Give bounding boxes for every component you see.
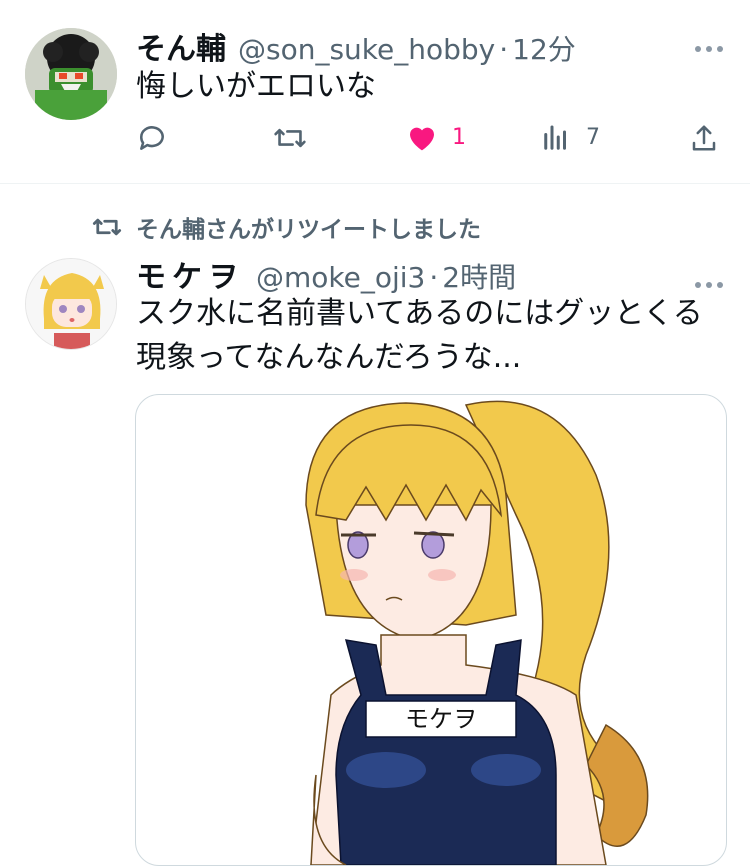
retweet-context[interactable]: そん輔さんがリツイートしました <box>92 210 481 244</box>
retweet-button[interactable] <box>273 122 321 154</box>
retweet-icon <box>274 128 306 148</box>
tweet-actions: 1 7 <box>136 122 726 162</box>
analytics-icon <box>544 125 566 150</box>
tweet-1[interactable]: そん輔 @son_suke_hobby · 12分 悔しいがエロいな 1 7 <box>0 0 750 183</box>
user-avatar-mokewo[interactable] <box>25 258 117 350</box>
display-name[interactable]: モケヲ <box>136 252 244 296</box>
tweet-timestamp[interactable]: 12分 <box>512 28 576 68</box>
user-avatar-sonsuke[interactable] <box>25 28 117 120</box>
tweet-text: スク水に名前書いてあるのにはグッとくる 現象ってなんなんだろうな... <box>136 292 703 380</box>
like-count: 1 <box>452 124 466 150</box>
swimsuit-name-tag: モケヲ <box>405 705 477 733</box>
user-handle[interactable]: @moke_oji3 <box>256 261 425 294</box>
retweet-icon <box>92 218 122 236</box>
tweet-text: 悔しいがエロいな <box>136 69 376 104</box>
user-handle[interactable]: @son_suke_hobby <box>238 33 495 66</box>
separator-dot: · <box>499 33 509 66</box>
share-button[interactable] <box>689 122 719 154</box>
tweet-text-line-1: スク水に名前書いてあるのにはグッとくる <box>136 296 703 331</box>
reply-button[interactable] <box>136 122 182 154</box>
more-options-icon[interactable] <box>694 30 724 60</box>
like-button[interactable]: 1 <box>406 122 466 152</box>
share-icon <box>692 125 716 151</box>
reply-icon <box>140 126 164 150</box>
tweet-timestamp[interactable]: 2時間 <box>442 256 516 296</box>
display-name[interactable]: そん輔 <box>136 24 226 68</box>
tweet-divider <box>0 183 750 184</box>
retweet-context-label: そん輔さんがリツイートしました <box>136 217 481 243</box>
tweet-text-line-2: 現象ってなんなんだろうな... <box>136 340 522 375</box>
views-count: 7 <box>586 124 600 150</box>
heart-filled-icon <box>410 127 434 151</box>
illustration-image: モケヲ <box>305 400 649 865</box>
views-button[interactable]: 7 <box>542 122 600 152</box>
separator-dot: · <box>429 261 439 294</box>
tweet-media-image[interactable]: モケヲ <box>135 394 727 866</box>
